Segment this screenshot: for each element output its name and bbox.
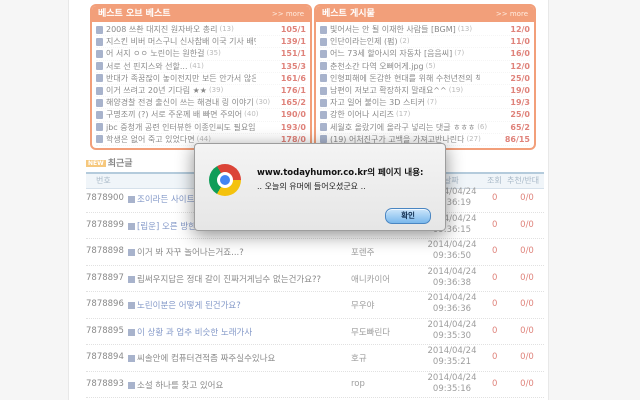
dialog-title: www.todayhumor.co.kr의 페이지 내용: [257, 168, 424, 178]
dialog-message: .. 오늘의 유머에 들어오셨군요 .. [257, 182, 366, 191]
ok-button[interactable]: 확인 [385, 208, 431, 224]
alert-dialog: www.todayhumor.co.kr의 페이지 내용: .. 오늘의 유머에… [194, 143, 446, 231]
chrome-logo-icon [209, 164, 241, 196]
